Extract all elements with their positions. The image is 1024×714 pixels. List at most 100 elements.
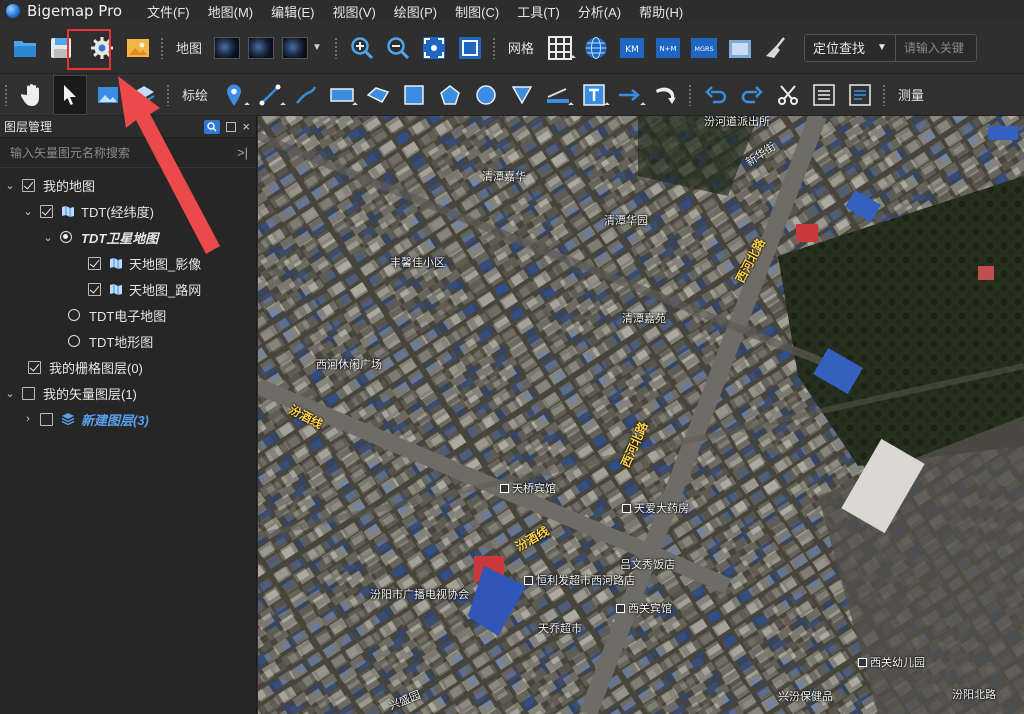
menu-analysis[interactable]: 分析(A) [569, 2, 630, 21]
clear-button[interactable] [761, 33, 791, 63]
tree-node-tdt-image[interactable]: 天地图_影像 [0, 250, 256, 276]
menu-cartography[interactable]: 制图(C) [446, 2, 508, 21]
layer-checkbox[interactable] [88, 282, 101, 296]
basemap-thumb-3[interactable] [282, 36, 309, 59]
toolbar-grip[interactable] [166, 83, 170, 106]
basemap-radio[interactable] [68, 309, 80, 321]
tree-node-new-layer[interactable]: › 新建图层(3) [0, 406, 256, 432]
search-icon[interactable] [204, 119, 221, 134]
arrow-tool-button[interactable] [615, 80, 645, 110]
tree-node-tdt-terrain[interactable]: TDT地形图 [0, 328, 256, 354]
pentagon-tool-button[interactable] [435, 80, 465, 110]
layer-checkbox[interactable] [40, 412, 53, 426]
scissors-icon [778, 84, 799, 105]
menu-help[interactable]: 帮助(H) [630, 2, 692, 21]
tree-node-vector[interactable]: ⌄ 我的矢量图层(1) [0, 380, 256, 406]
float-panel-icon[interactable] [226, 121, 237, 132]
map-label: 兴汾保健品 [778, 691, 833, 703]
marker-tool-button[interactable] [219, 80, 249, 110]
layer-checkbox[interactable] [22, 178, 35, 192]
tree-node-tdt-electronic[interactable]: TDT电子地图 [0, 302, 256, 328]
toolbar-grip[interactable] [882, 83, 887, 106]
text-tool-button[interactable] [579, 80, 609, 110]
collapse-icon[interactable]: ⌄ [4, 387, 16, 400]
polygon-tool-button[interactable] [363, 80, 393, 110]
ruler-icon [547, 87, 570, 103]
open-folder-button[interactable] [10, 33, 40, 63]
redo-button[interactable] [737, 80, 767, 110]
toolbar-grip[interactable] [333, 36, 338, 59]
tree-node-raster[interactable]: 我的栅格图层(0) [0, 354, 256, 380]
curved-arrow-icon [656, 87, 677, 104]
list-button[interactable] [809, 80, 839, 110]
satellite-imagery [258, 116, 1024, 714]
layer-search-input[interactable]: 输入矢量图元名称搜索 >| [0, 138, 256, 168]
basemap-thumb-2[interactable] [248, 36, 275, 59]
rectangle-tool-button[interactable] [327, 80, 357, 110]
table-button[interactable] [845, 80, 875, 110]
triangle-tool-button[interactable] [507, 80, 537, 110]
zoom-in-button[interactable] [347, 33, 377, 63]
undo-button[interactable] [701, 80, 731, 110]
map-icon [110, 284, 122, 295]
layer-checkbox[interactable] [88, 256, 101, 270]
close-icon[interactable]: × [242, 120, 250, 133]
tree-node-tdt-satellite[interactable]: ⌄ TDT卫星地图 [0, 224, 256, 250]
locate-input[interactable]: 请输入关键 [896, 39, 976, 56]
toolbar-grip[interactable] [4, 83, 8, 106]
measure-line-tool-button[interactable] [543, 80, 573, 110]
map-label: 汾阳北路 [952, 689, 996, 701]
full-extent-button[interactable] [455, 33, 485, 63]
collapse-search-icon[interactable]: >| [237, 145, 248, 160]
menu-draw[interactable]: 绘图(P) [385, 2, 446, 21]
tree-node-tdt[interactable]: ⌄ TDT(经纬度) [0, 198, 256, 224]
km-grid-button[interactable]: KM [617, 33, 647, 63]
zoom-out-button[interactable] [383, 33, 413, 63]
layer-checkbox[interactable] [40, 204, 53, 218]
basemap-radio[interactable] [68, 335, 80, 347]
menu-bar: Bigemap Pro 文件(F) 地图(M) 编辑(E) 视图(V) 绘图(P… [0, 0, 1024, 22]
cut-button[interactable] [773, 80, 803, 110]
expand-icon[interactable]: › [22, 413, 34, 425]
circle-tool-button[interactable] [471, 80, 501, 110]
grid-icon [547, 35, 572, 60]
chevron-down-icon[interactable]: ▼ [312, 42, 322, 53]
select-rect-button[interactable] [93, 80, 123, 110]
nm-grid-button[interactable]: N+M [653, 33, 683, 63]
square-tool-button[interactable] [399, 80, 429, 110]
toolbar-grip[interactable] [491, 36, 496, 59]
curve-arrow-tool-button[interactable] [651, 80, 681, 110]
tree-node-tdt-road[interactable]: 天地图_路网 [0, 276, 256, 302]
menu-tools[interactable]: 工具(T) [508, 2, 569, 21]
tree-label: TDT(经纬度) [81, 204, 154, 220]
mgrs-grid-button[interactable]: MGRS [689, 33, 719, 63]
collapse-icon[interactable]: ⌄ [4, 179, 16, 192]
basemap-thumb-1[interactable] [214, 36, 241, 59]
menu-edit[interactable]: 编辑(E) [262, 2, 323, 21]
line-tool-button[interactable] [255, 80, 285, 110]
collapse-icon[interactable]: ⌄ [42, 231, 54, 244]
locate-select[interactable]: 定位查找 ▼ [805, 34, 896, 61]
menu-file[interactable]: 文件(F) [138, 2, 199, 21]
tree-node-my-map[interactable]: ⌄ 我的地图 [0, 172, 256, 198]
basemap-radio[interactable] [60, 231, 72, 243]
map-sheet-button[interactable] [725, 33, 755, 63]
latlng-grid-button[interactable] [581, 33, 611, 63]
menu-map[interactable]: 地图(M) [199, 2, 263, 21]
image-button[interactable] [123, 33, 153, 63]
map-view[interactable]: 汾河道派出所 新华街 清潭嘉华 清潭华园 丰馨佳小区 清潭嘉苑 西河休闲广场 天… [258, 116, 1024, 714]
collapse-icon[interactable]: ⌄ [22, 205, 34, 218]
freehand-tool-button[interactable] [291, 80, 321, 110]
layer-checkbox[interactable] [22, 386, 35, 400]
pan-tool-button[interactable] [17, 80, 47, 110]
layer-select-button[interactable] [129, 80, 159, 110]
toolbar-grip[interactable] [688, 83, 693, 106]
menu-view[interactable]: 视图(V) [323, 2, 384, 21]
layer-checkbox[interactable] [28, 360, 41, 374]
zoom-extent-button[interactable] [419, 33, 449, 63]
grid-button[interactable] [545, 33, 575, 63]
circle-icon [476, 84, 496, 105]
toolbar-grip[interactable] [160, 36, 164, 59]
map-label: 地图 [176, 41, 203, 56]
select-tool-button[interactable] [53, 74, 87, 115]
